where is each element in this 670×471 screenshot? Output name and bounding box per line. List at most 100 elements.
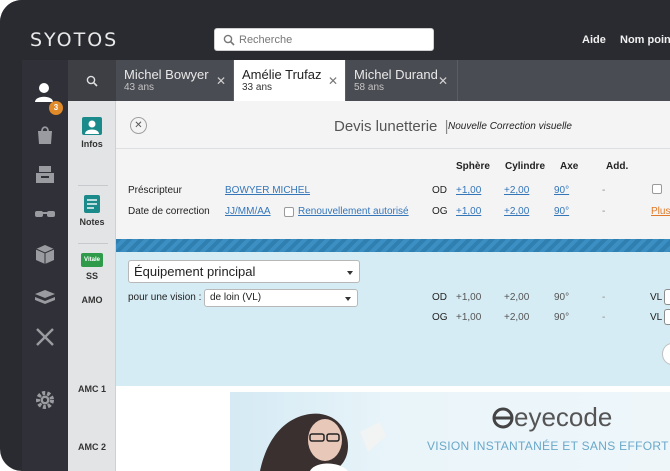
sidenav-item-ss[interactable]: Vitale SS bbox=[68, 253, 116, 281]
main-nav-rail: 3 bbox=[22, 60, 68, 471]
og-cylindre-value: +2,00 bbox=[504, 312, 530, 323]
date-field[interactable]: JJ/MM/AA bbox=[225, 206, 271, 217]
sidenav-item-notes[interactable]: Notes bbox=[68, 195, 116, 227]
prescripteur-label: Préscripteur bbox=[128, 185, 182, 196]
contact-card-icon bbox=[82, 117, 102, 135]
vitale-card-icon: Vitale bbox=[81, 253, 103, 267]
od-label: OD bbox=[432, 185, 447, 196]
patient-tab-strip: Michel Bowyer 43 ans ✕ Amélie Trufaz 33 … bbox=[68, 60, 670, 101]
tab-patient-name: Michel Bowyer bbox=[124, 67, 209, 82]
help-link[interactable]: Aide bbox=[582, 34, 606, 46]
close-icon[interactable]: ✕ bbox=[438, 74, 448, 88]
brand-logo: eyecode bbox=[492, 402, 612, 433]
od-vl-label: VL bbox=[650, 292, 663, 303]
rail-item-cash[interactable] bbox=[22, 157, 68, 191]
user-icon bbox=[35, 83, 53, 102]
search-input[interactable] bbox=[239, 29, 429, 50]
og-axe-field[interactable]: 90° bbox=[554, 206, 569, 217]
patient-side-nav: Infos Notes Vitale SS AMO AMC 1 AMC 2 bbox=[68, 101, 116, 471]
patient-tab[interactable]: Michel Durand 58 ans ✕ bbox=[346, 60, 458, 101]
brand-tagline: VISION INSTANTANÉE ET SANS EFFORT bbox=[427, 439, 669, 453]
od-sphere-value: +1,00 bbox=[456, 292, 482, 303]
rail-item-settings[interactable] bbox=[22, 383, 68, 417]
close-icon[interactable]: ✕ bbox=[328, 74, 338, 88]
sidenav-label: Infos bbox=[81, 139, 103, 149]
prescripteur-link[interactable]: BOWYER MICHEL bbox=[225, 185, 310, 196]
model-photo-illustration bbox=[260, 413, 386, 471]
og-sphere-value: +1,00 bbox=[456, 312, 482, 323]
sidenav-item-amc1[interactable]: AMC 1 bbox=[68, 384, 116, 394]
od-cylindre-field[interactable]: +2,00 bbox=[504, 185, 529, 196]
prescription-section: Sphère Cylindre Axe Add. Préscripteur BO… bbox=[116, 149, 670, 239]
sidenav-item-amc2[interactable]: AMC 2 bbox=[68, 442, 116, 452]
od-axe-field[interactable]: 90° bbox=[554, 185, 569, 196]
page-title: Devis lunetterie | bbox=[334, 118, 448, 135]
gear-icon bbox=[36, 391, 54, 409]
chevron-down-icon bbox=[347, 271, 353, 275]
equipment-select[interactable]: Équipement principal bbox=[128, 260, 360, 283]
og-vl-label: VL bbox=[650, 312, 663, 323]
patient-tab-active[interactable]: Amélie Trufaz 33 ans ✕ bbox=[234, 60, 346, 101]
vision-label: pour une vision : bbox=[128, 292, 202, 303]
date-label: Date de correction bbox=[128, 206, 210, 217]
od-label: OD bbox=[432, 292, 447, 303]
vision-select[interactable]: de loin (VL) bbox=[204, 289, 358, 307]
round-action-button[interactable] bbox=[662, 343, 670, 365]
tools-icon bbox=[36, 328, 54, 346]
search-icon bbox=[223, 34, 235, 46]
sidenav-item-amo[interactable]: AMO bbox=[68, 295, 116, 305]
eyecode-banner[interactable]: eyecode VISION INSTANTANÉE ET SANS EFFOR… bbox=[230, 392, 670, 471]
og-sphere-field[interactable]: +1,00 bbox=[456, 206, 481, 217]
rail-item-tools[interactable] bbox=[22, 319, 68, 353]
close-icon[interactable]: ✕ bbox=[216, 74, 226, 88]
col-sphere: Sphère bbox=[456, 161, 490, 172]
close-quote-button[interactable]: ✕ bbox=[130, 117, 147, 134]
sidenav-label: Notes bbox=[79, 217, 105, 227]
shopping-bag-icon bbox=[38, 126, 52, 144]
od-sphere-field[interactable]: +1,00 bbox=[456, 185, 481, 196]
quote-panel: ✕ Devis lunetterie | Nouvelle Correction… bbox=[116, 101, 670, 471]
tab-patient-name: Amélie Trufaz bbox=[242, 67, 322, 82]
equipment-section: Équipement principal pour une vision : d… bbox=[116, 252, 670, 386]
cash-register-icon bbox=[36, 166, 54, 183]
notification-badge: 3 bbox=[49, 101, 63, 115]
promo-area: eyecode VISION INSTANTANÉE ET SANS EFFOR… bbox=[116, 386, 670, 471]
tab-patient-age: 58 ans bbox=[354, 82, 385, 93]
rail-item-stock[interactable] bbox=[22, 237, 68, 271]
rail-item-glasses[interactable] bbox=[22, 197, 68, 231]
vision-select-value: de loin (VL) bbox=[210, 292, 262, 303]
notepad-icon bbox=[84, 195, 100, 213]
chevron-down-icon bbox=[345, 297, 351, 301]
rail-item-clients[interactable]: 3 bbox=[22, 75, 68, 115]
og-cylindre-field[interactable]: +2,00 bbox=[504, 206, 529, 217]
eyecode-e-icon bbox=[492, 407, 514, 429]
renouvellement-checkbox[interactable] bbox=[284, 207, 294, 217]
rail-item-shop[interactable] bbox=[22, 117, 68, 151]
sidenav-item-infos[interactable]: Infos bbox=[68, 117, 116, 149]
od-cylindre-value: +2,00 bbox=[504, 292, 530, 303]
od-vl-field[interactable] bbox=[664, 289, 670, 305]
rail-item-orders[interactable] bbox=[22, 279, 68, 313]
og-add-value: - bbox=[602, 206, 606, 217]
plus-link[interactable]: Plus bbox=[651, 206, 670, 217]
od-add-value: - bbox=[602, 292, 606, 303]
od-axe-value: 90° bbox=[554, 292, 570, 303]
og-vl-field[interactable] bbox=[664, 309, 670, 325]
vitale-card-label: Vitale bbox=[84, 257, 100, 263]
search-icon bbox=[86, 75, 98, 87]
divider bbox=[78, 185, 108, 186]
og-label: OG bbox=[432, 206, 448, 217]
page-title-text: Devis lunetterie bbox=[334, 118, 438, 135]
app-window: SYOTOS Aide Nom point 3 bbox=[0, 0, 670, 471]
page-subtitle: Nouvelle Correction visuelle bbox=[448, 121, 572, 132]
col-cylindre: Cylindre bbox=[505, 161, 546, 172]
point-of-sale-link[interactable]: Nom point bbox=[620, 34, 670, 46]
divider bbox=[78, 243, 108, 244]
od-add-value: - bbox=[602, 185, 606, 196]
extra-checkbox[interactable] bbox=[652, 184, 662, 194]
tab-search-button[interactable] bbox=[68, 60, 116, 101]
patient-tab[interactable]: Michel Bowyer 43 ans ✕ bbox=[116, 60, 234, 101]
search-box[interactable] bbox=[214, 28, 434, 51]
renouvellement-link[interactable]: Renouvellement autorisé bbox=[298, 206, 409, 217]
box-icon bbox=[35, 245, 55, 264]
